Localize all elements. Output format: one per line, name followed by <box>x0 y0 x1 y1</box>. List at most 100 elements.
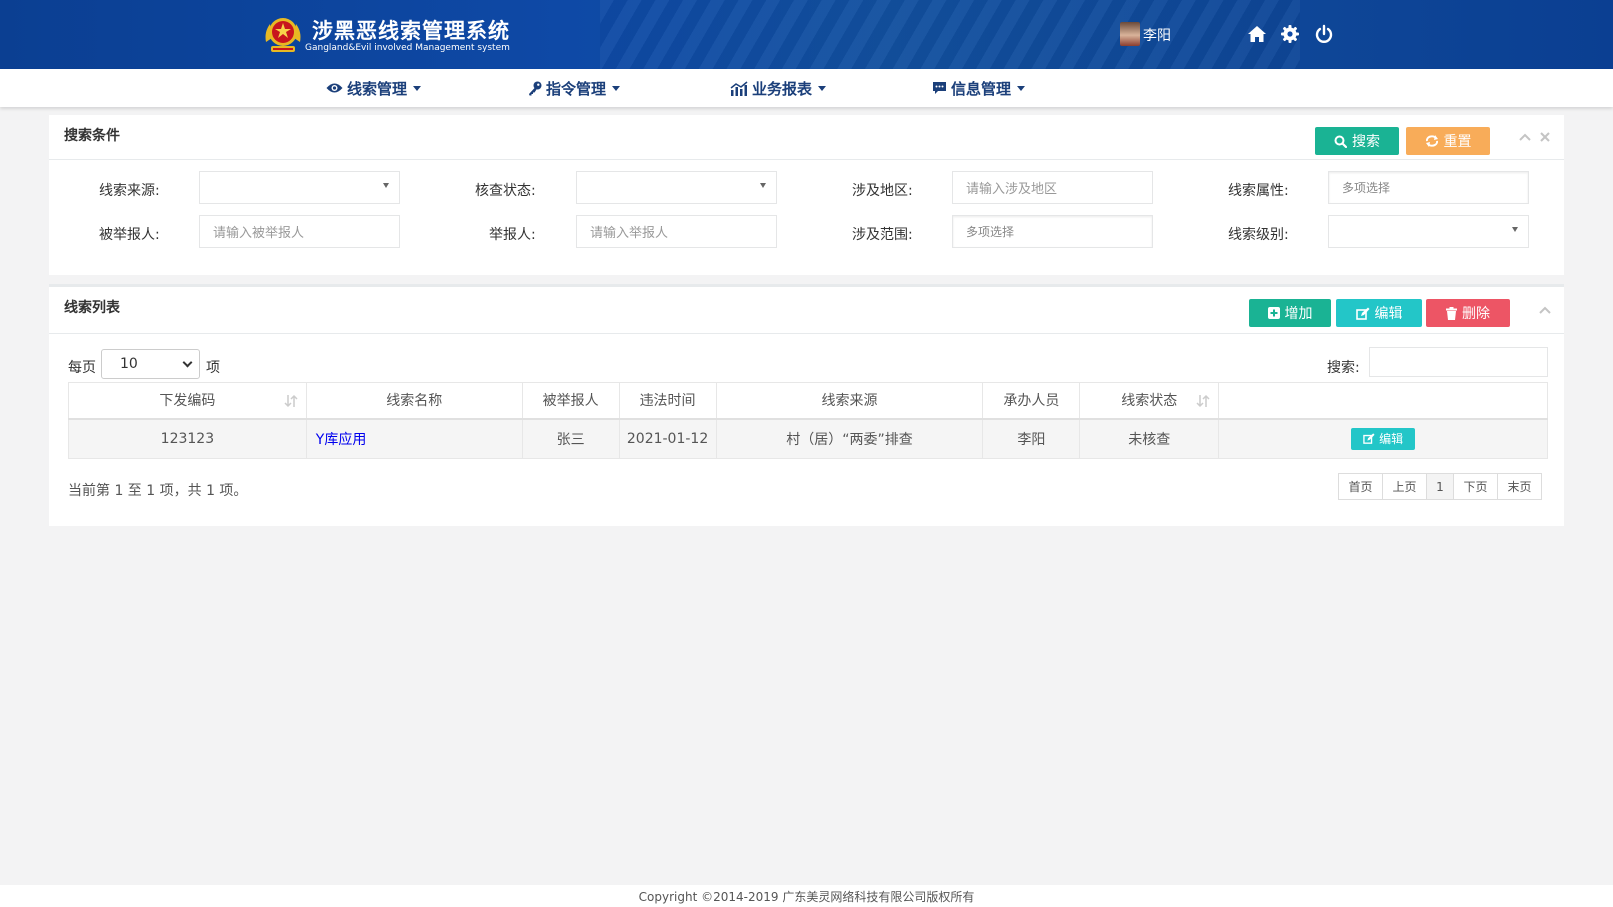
power-icon[interactable] <box>1314 24 1334 44</box>
collapse-icon[interactable] <box>1519 131 1531 143</box>
collapse-icon[interactable] <box>1539 304 1551 316</box>
attribute-label: 线索属性: <box>1228 183 1289 199</box>
key-icon <box>529 81 542 95</box>
table-search-label: 搜索: <box>1327 360 1360 376</box>
column-header: 线索名称 <box>305 382 523 420</box>
pagination: 首页 上页 1 下页 末页 <box>1338 473 1542 500</box>
plus-square-icon <box>1267 307 1280 319</box>
reported-input[interactable]: 请输入被举报人 <box>199 215 400 248</box>
page-last[interactable]: 末页 <box>1497 473 1542 500</box>
column-header[interactable]: 下发编码 <box>68 382 307 420</box>
column-header: 被举报人 <box>521 382 620 420</box>
attribute-multiselect[interactable]: 多项选择 <box>1328 171 1529 204</box>
nav-label: 指令管理 <box>546 79 607 98</box>
nav-business-report[interactable]: 业务报表 <box>730 78 827 98</box>
column-header: 承办人员 <box>982 382 1081 420</box>
nav-clue-management[interactable]: 线索管理 <box>326 78 422 98</box>
page-first[interactable]: 首页 <box>1338 473 1383 500</box>
main-nav: 线索管理 指令管理 业务报表 信息管理 <box>0 69 1613 107</box>
per-page-suffix: 项 <box>206 360 220 376</box>
search-button-label: 搜索 <box>1352 134 1380 150</box>
search-panel: 搜索条件 搜索 重置 线索来源: 核查状态: 涉及地区: 请输入涉及地区 线索属… <box>49 115 1564 275</box>
sort-icon[interactable] <box>1196 394 1210 408</box>
sort-icon[interactable] <box>284 394 298 408</box>
column-header: 违法时间 <box>618 382 717 420</box>
close-icon[interactable] <box>1539 131 1551 143</box>
trash-icon <box>1446 306 1457 320</box>
bar-chart-icon <box>730 80 748 96</box>
search-button[interactable]: 搜索 <box>1315 127 1399 155</box>
chevron-down-icon <box>182 357 193 368</box>
caret-down-icon <box>383 183 389 188</box>
refresh-icon <box>1425 135 1438 147</box>
nav-label: 线索管理 <box>347 79 408 98</box>
reset-button-label: 重置 <box>1443 134 1472 150</box>
delete-button[interactable]: 删除 <box>1426 299 1510 327</box>
row-edit-button[interactable]: 编辑 <box>1351 427 1416 450</box>
search-icon <box>1334 135 1347 148</box>
column-header-actions <box>1218 382 1548 420</box>
check-status-label: 核查状态: <box>475 183 536 199</box>
per-page-prefix: 每页 <box>68 360 96 376</box>
search-panel-title: 搜索条件 <box>64 128 120 144</box>
add-button-label: 增加 <box>1284 306 1313 322</box>
nav-label: 信息管理 <box>951 79 1012 98</box>
list-panel: 线索列表 增加 编辑 删除 每页 10 项 搜索: 下发编码 线索名称 被举报人… <box>49 284 1564 526</box>
per-page-select[interactable]: 10 <box>101 349 200 379</box>
source-select[interactable] <box>199 171 400 204</box>
list-panel-header: 线索列表 增加 编辑 删除 <box>49 287 1564 334</box>
police-emblem-icon <box>265 18 301 52</box>
region-label: 涉及地区: <box>852 183 913 199</box>
page-prev[interactable]: 上页 <box>1382 473 1427 500</box>
reported-label: 被举报人: <box>99 227 160 243</box>
edit-icon <box>1355 307 1369 320</box>
caret-down-icon <box>818 85 827 91</box>
cell-time: 2021-01-12 <box>618 418 717 459</box>
nav-command-management[interactable]: 指令管理 <box>528 78 621 98</box>
caret-down-icon <box>1512 227 1518 232</box>
reporter-label: 举报人: <box>489 227 536 243</box>
edit-button[interactable]: 编辑 <box>1336 299 1422 327</box>
app-subtitle: Gangland&Evil involved Management system <box>305 43 510 53</box>
level-select[interactable] <box>1328 215 1529 248</box>
table-row[interactable]: 123123 Y库应用 张三 2021-01-12 村（居）“两委”排查 李阳 … <box>68 418 1548 459</box>
reset-button[interactable]: 重置 <box>1406 127 1490 155</box>
table-search-input[interactable] <box>1369 347 1548 377</box>
region-input[interactable]: 请输入涉及地区 <box>952 171 1153 204</box>
edit-icon <box>1363 433 1375 445</box>
home-icon[interactable] <box>1247 24 1267 44</box>
add-button[interactable]: 增加 <box>1249 299 1331 327</box>
page-next[interactable]: 下页 <box>1453 473 1498 500</box>
cell-source: 村（居）“两委”排查 <box>715 418 984 459</box>
cell-actions: 编辑 <box>1218 418 1548 459</box>
pagination-info: 当前第 1 至 1 项，共 1 项。 <box>68 483 248 499</box>
clue-table: 下发编码 线索名称 被举报人 违法时间 线索来源 承办人员 线索状态 12312… <box>68 382 1548 459</box>
eye-icon <box>326 83 343 93</box>
column-header[interactable]: 线索状态 <box>1079 382 1220 420</box>
user-name[interactable]: 李阳 <box>1143 25 1171 45</box>
app-title: 涉黑恶线索管理系统 <box>312 19 510 43</box>
nav-info-management[interactable]: 信息管理 <box>932 78 1026 98</box>
cell-reported: 张三 <box>521 418 620 459</box>
reporter-input[interactable]: 请输入举报人 <box>576 215 777 248</box>
footer: Copyright ©2014-2019 广东美灵网络科技有限公司版权所有 <box>0 885 1613 907</box>
gear-icon[interactable] <box>1280 24 1300 44</box>
scope-label: 涉及范围: <box>852 227 913 243</box>
clue-name-link[interactable]: Y库应用 <box>316 432 367 448</box>
avatar[interactable] <box>1120 22 1140 46</box>
source-label: 线索来源: <box>99 183 160 199</box>
page-current[interactable]: 1 <box>1426 473 1454 500</box>
check-status-select[interactable] <box>576 171 777 204</box>
column-header: 线索来源 <box>715 382 984 420</box>
copyright-text: Copyright ©2014-2019 广东美灵网络科技有限公司版权所有 <box>638 890 975 904</box>
scope-multiselect[interactable]: 多项选择 <box>952 215 1153 248</box>
caret-down-icon <box>1017 85 1026 91</box>
cell-handler: 李阳 <box>982 418 1081 459</box>
level-label: 线索级别: <box>1228 227 1289 243</box>
caret-down-icon <box>760 183 766 188</box>
table-header-row: 下发编码 线索名称 被举报人 违法时间 线索来源 承办人员 线索状态 <box>68 382 1548 420</box>
search-panel-header: 搜索条件 搜索 重置 <box>49 115 1564 160</box>
row-edit-label: 编辑 <box>1379 432 1404 447</box>
comment-icon <box>933 82 946 94</box>
cell-status: 未核查 <box>1079 418 1220 459</box>
